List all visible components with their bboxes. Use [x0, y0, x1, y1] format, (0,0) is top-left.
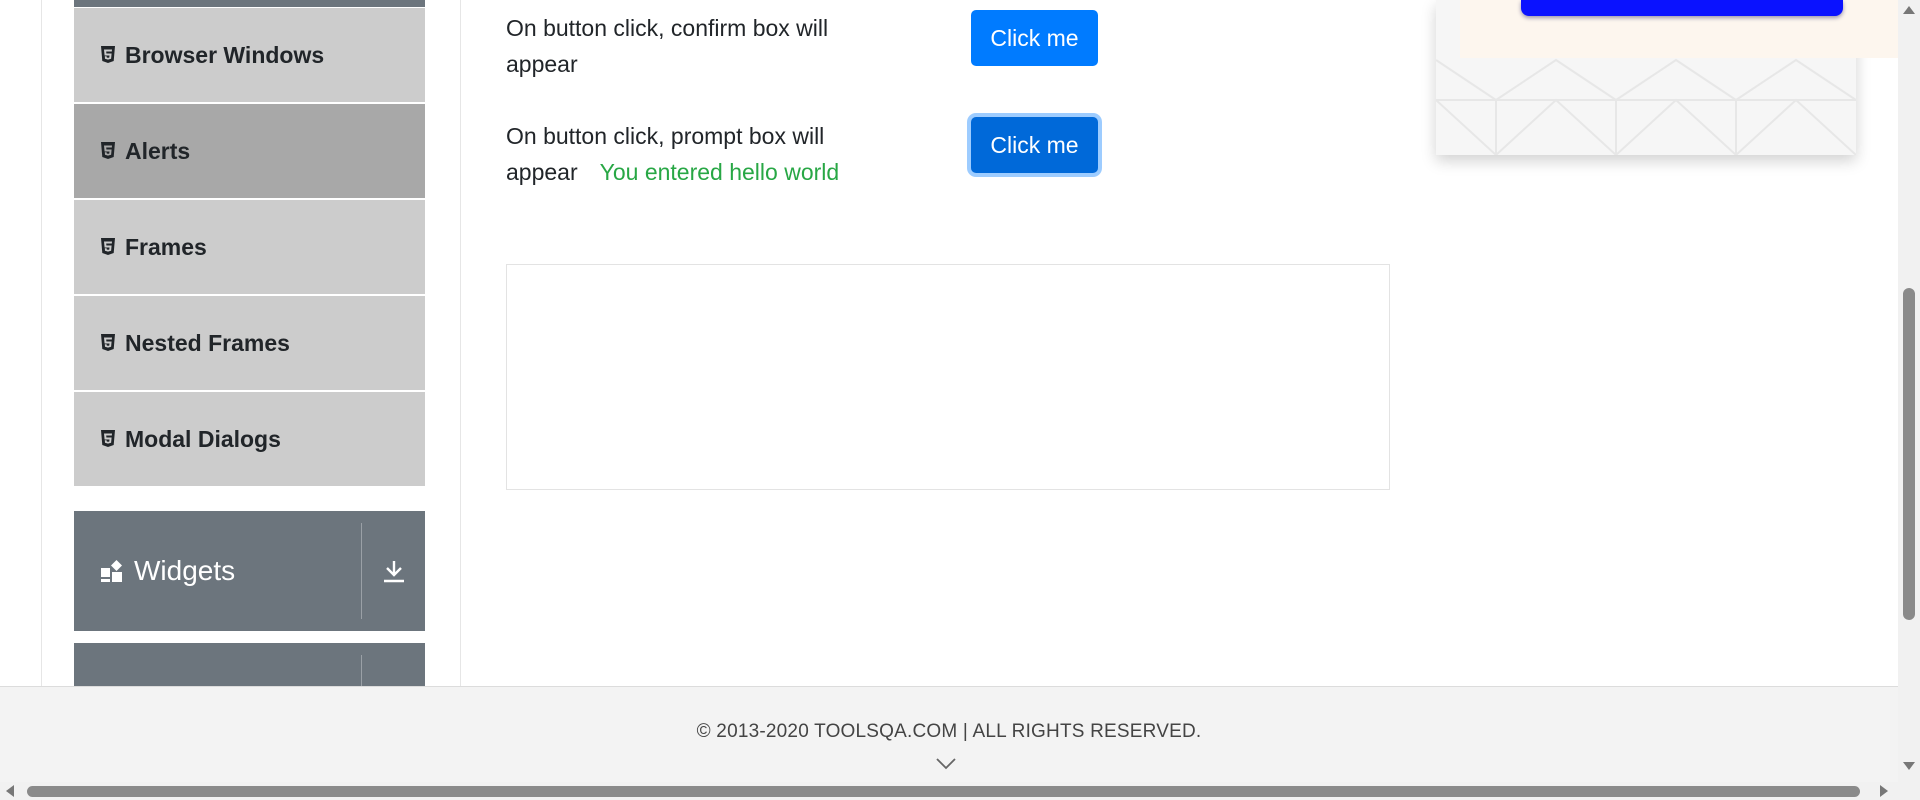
confirm-button[interactable]: Click me	[971, 10, 1098, 66]
vertical-scrollbar-thumb[interactable]	[1903, 288, 1915, 620]
html5-icon	[97, 331, 119, 355]
divider	[361, 655, 362, 686]
footer-copyright: © 2013-2020 TOOLSQA.COM | ALL RIGHTS RES…	[696, 721, 1202, 742]
confirm-description: On button click, confirm box will appear	[506, 15, 829, 77]
sidebar-item-label: Frames	[125, 233, 207, 260]
sidebar-item-modal-dialogs[interactable]: Modal Dialogs	[74, 392, 425, 486]
sidebar-item-label: Browser Windows	[125, 41, 325, 68]
html5-icon	[97, 43, 119, 67]
group-title: Widgets	[100, 511, 235, 631]
scroll-down-arrow-icon[interactable]	[1903, 762, 1915, 770]
left-panel-border	[41, 0, 42, 686]
horizontal-scrollbar[interactable]	[0, 782, 1920, 800]
html5-icon	[97, 235, 119, 259]
vertical-scrollbar[interactable]	[1898, 0, 1920, 782]
sidebar-item-label: Modal Dialogs	[125, 425, 281, 452]
prompt-result: You entered hello world	[599, 159, 840, 185]
sidebar-item-label: Alerts	[125, 137, 191, 164]
download-arrow-icon	[383, 561, 404, 583]
group-header-partial	[74, 0, 425, 7]
prompt-description: On button click, prompt box will appear Y…	[506, 118, 926, 190]
scroll-left-arrow-icon[interactable]	[6, 785, 14, 797]
prompt-button[interactable]: Click me	[971, 117, 1098, 173]
sidebar-item-label: Nested Frames	[125, 329, 290, 356]
group-header-next[interactable]	[74, 643, 425, 686]
sidebar-item-alerts[interactable]: Alerts	[74, 104, 425, 198]
left-panel-border	[460, 0, 461, 686]
widgets-icon	[101, 560, 122, 582]
sidebar-item-browser-windows[interactable]: Browser Windows	[74, 8, 425, 102]
footer: © 2013-2020 TOOLSQA.COM | ALL RIGHTS RES…	[0, 686, 1898, 783]
ad-frame	[506, 264, 1390, 490]
group-header-widgets[interactable]: Widgets	[74, 511, 425, 631]
sidebar-item-frames[interactable]: Frames	[74, 200, 425, 294]
left-panel: Browser Windows Alerts Frames Nested Fra…	[0, 0, 461, 686]
group-label: Widgets	[134, 555, 236, 586]
html5-icon	[97, 427, 119, 451]
scroll-right-arrow-icon[interactable]	[1880, 785, 1888, 797]
sidebar-item-nested-frames[interactable]: Nested Frames	[74, 296, 425, 390]
group-toggle-button[interactable]	[362, 511, 425, 631]
chevron-down-icon[interactable]	[935, 757, 957, 771]
scroll-up-arrow-icon[interactable]	[1903, 6, 1915, 14]
html5-icon	[97, 139, 119, 163]
ad-button[interactable]	[1521, 0, 1843, 16]
horizontal-scrollbar-thumb[interactable]	[27, 786, 1860, 797]
